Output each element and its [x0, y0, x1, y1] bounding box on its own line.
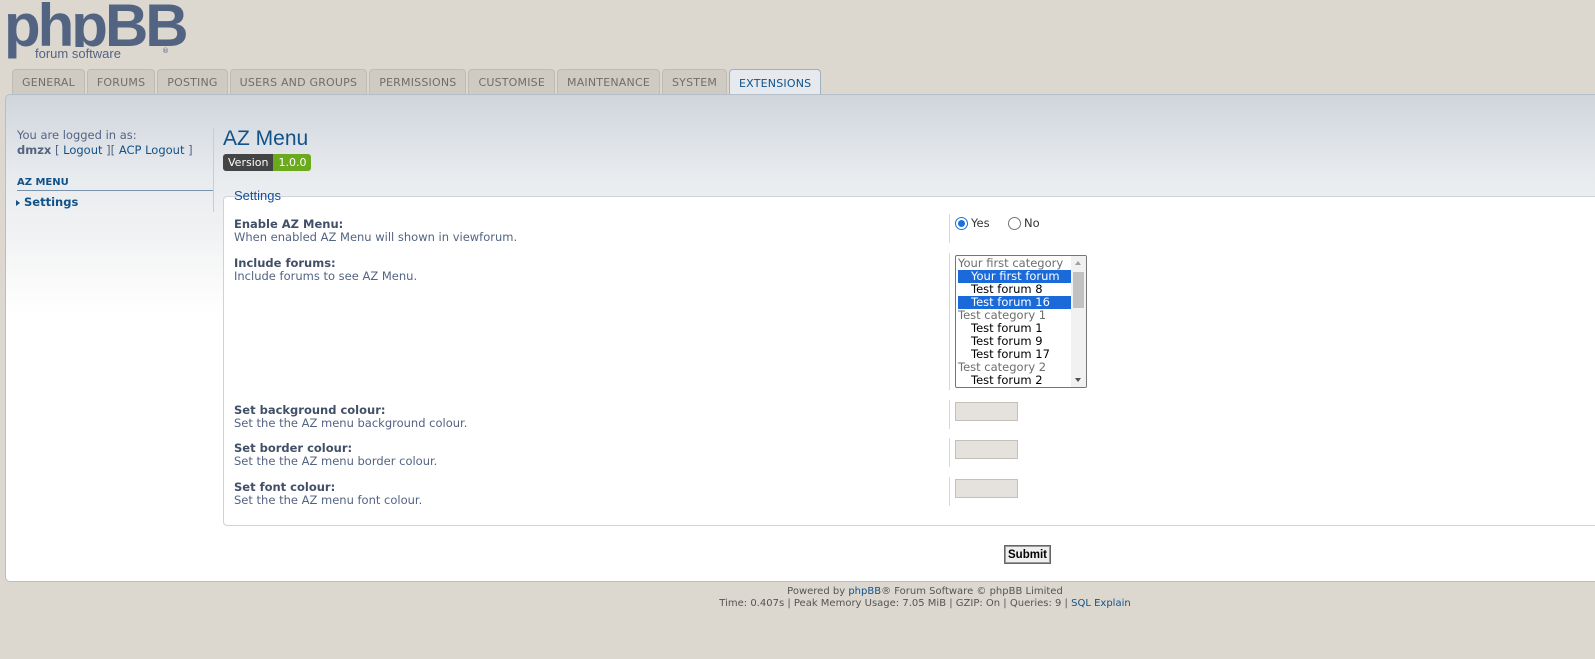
tab-extensions[interactable]: EXTENSIONS: [729, 69, 822, 96]
border-colour-desc: Set the the AZ menu border colour.: [234, 454, 438, 468]
tab-permissions[interactable]: PERMISSIONS: [369, 69, 467, 95]
font-colour-desc: Set the the AZ menu font colour.: [234, 493, 423, 507]
enable-az-menu-desc: When enabled AZ Menu will shown in viewf…: [234, 230, 518, 244]
enable-yes-radio[interactable]: Yes: [955, 216, 990, 230]
sql-explain-link[interactable]: SQL Explain: [1071, 598, 1131, 609]
tab-forums[interactable]: FORUMS: [86, 69, 156, 95]
border-colour-input[interactable]: [955, 440, 1018, 459]
powered-by-prefix: Powered by: [787, 586, 849, 597]
scroll-down-icon[interactable]: [1075, 378, 1081, 382]
enable-no-radio[interactable]: No: [1008, 216, 1040, 230]
scroll-thumb[interactable]: [1073, 272, 1084, 308]
logo-subtext: forum software: [33, 46, 123, 61]
include-forums-desc: Include forums to see AZ Menu.: [234, 269, 418, 283]
enable-az-menu-row: Enable AZ Menu: When enabled AZ Menu wil…: [234, 218, 517, 244]
acp-tabs: GENERAL FORUMS POSTING USERS AND GROUPS …: [12, 69, 822, 96]
bg-colour-row: Set background colour: Set the the AZ me…: [234, 404, 467, 430]
settings-fieldset: [223, 196, 1595, 526]
debug-stats-text: Time: 0.407s | Peak Memory Usage: 7.05 M…: [719, 598, 1072, 609]
footer: Powered by phpBB® Forum Software © phpBB…: [0, 586, 1595, 610]
username: dmzx: [17, 143, 52, 157]
version-label: Version: [223, 154, 274, 171]
option-test-forum-2[interactable]: Test forum 2: [958, 374, 1071, 387]
font-colour-input[interactable]: [955, 479, 1018, 498]
phpbb-link[interactable]: phpBB: [848, 586, 881, 597]
radio-checked-icon: [955, 216, 968, 230]
sidebar-section-heading: AZ MENU: [17, 177, 213, 191]
logged-in-label: You are logged in as:: [17, 128, 137, 142]
sidebar-item-settings[interactable]: Settings: [16, 195, 78, 209]
tab-customise[interactable]: CUSTOMISE: [468, 69, 555, 95]
logout-link[interactable]: Logout: [63, 143, 102, 157]
login-info: You are logged in as: dmzx [ Logout ][ A…: [17, 128, 193, 157]
sidebar-item-label: Settings: [24, 195, 79, 209]
tab-users-and-groups[interactable]: USERS AND GROUPS: [229, 69, 368, 95]
include-forums-listbox[interactable]: Your first category Your first forum Tes…: [955, 255, 1087, 388]
version-badge: Version 1.0.0: [223, 154, 312, 171]
listbox-scrollbar[interactable]: [1071, 256, 1086, 387]
row-divider: [949, 400, 950, 429]
version-value: 1.0.0: [273, 154, 312, 171]
arrow-right-icon: [16, 199, 20, 206]
bg-colour-input[interactable]: [955, 402, 1018, 421]
bg-colour-desc: Set the the AZ menu background colour.: [234, 416, 468, 430]
tab-posting[interactable]: POSTING: [157, 69, 228, 95]
logo-registered-mark: ®: [162, 47, 169, 55]
tab-general[interactable]: GENERAL: [12, 69, 85, 95]
scroll-up-icon[interactable]: [1075, 261, 1081, 265]
row-divider: [949, 477, 950, 506]
font-colour-row: Set font colour: Set the the AZ menu fon…: [234, 481, 422, 507]
powered-by: Powered by phpBB® Forum Software © phpBB…: [0, 586, 1595, 598]
row-divider: [949, 253, 950, 390]
sidebar-divider: [213, 128, 214, 212]
debug-stats: Time: 0.407s | Peak Memory Usage: 7.05 M…: [0, 598, 1595, 610]
radio-unchecked-icon: [1008, 216, 1021, 230]
powered-by-suffix: ® Forum Software © phpBB Limited: [881, 586, 1063, 597]
enable-yes-label: Yes: [971, 216, 990, 230]
acp-logout-link[interactable]: ACP Logout: [119, 143, 185, 157]
page-title: AZ Menu: [223, 127, 309, 150]
enable-no-label: No: [1024, 216, 1040, 230]
border-colour-row: Set border colour: Set the the AZ menu b…: [234, 442, 437, 468]
include-forums-row: Include forums: Include forums to see AZ…: [234, 257, 417, 283]
tab-system[interactable]: SYSTEM: [661, 69, 728, 95]
settings-legend: Settings: [234, 188, 281, 203]
tab-maintenance[interactable]: MAINTENANCE: [557, 69, 660, 95]
row-divider: [949, 438, 950, 467]
submit-button[interactable]: Submit: [1004, 545, 1051, 564]
row-divider: [949, 214, 950, 243]
phpbb-logo[interactable]: phpBB forum software ®: [4, 0, 189, 62]
